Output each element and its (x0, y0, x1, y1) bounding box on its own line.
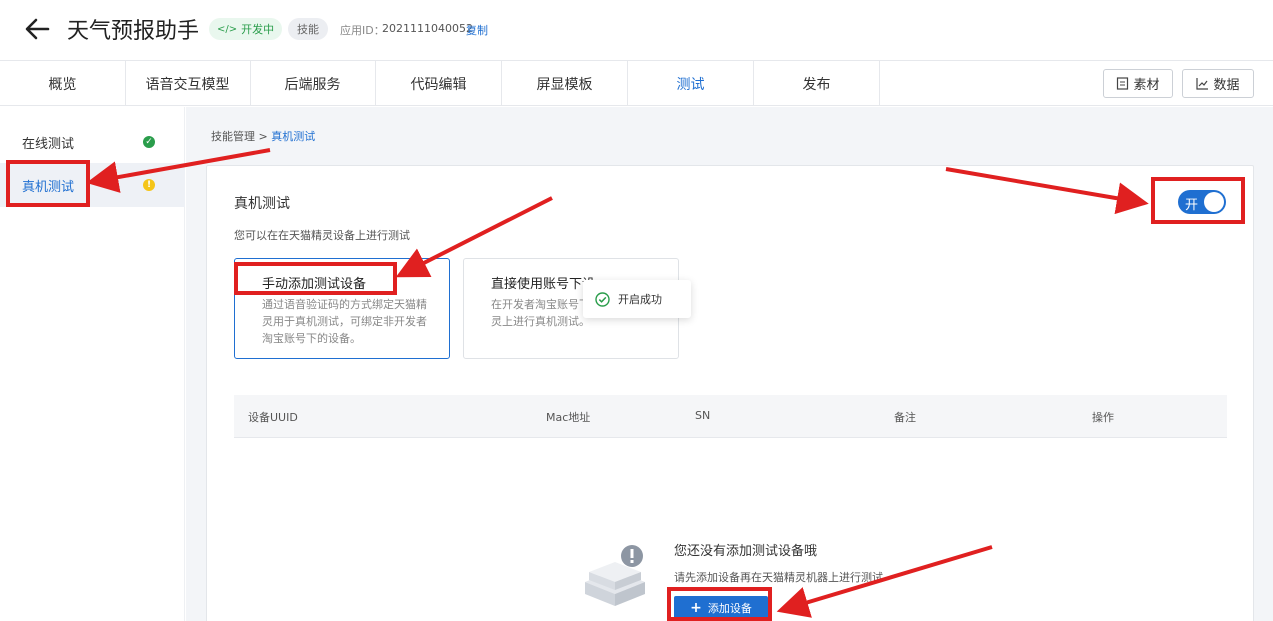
main-tabs: 概览 语音交互模型 后端服务 代码编辑 屏显模板 测试 发布 素材 数据 (0, 60, 1273, 106)
sidebar: 在线测试 ✓ 真机测试 ! (0, 107, 185, 621)
warning-icon: ! (143, 179, 155, 191)
app-id-label: 应用ID： (340, 24, 385, 37)
card-title: 真机测试 (234, 196, 290, 212)
tab-screen-template[interactable]: 屏显模板 (502, 61, 628, 106)
tab-test[interactable]: 测试 (628, 61, 754, 106)
code-icon: </> (217, 23, 238, 35)
dev-status-label: 开发中 (241, 23, 275, 36)
empty-state-description: 请先添加设备再在天猫精灵机器上进行测试 (674, 571, 883, 584)
sidebar-item-online-test[interactable]: 在线测试 ✓ (0, 120, 185, 164)
chart-icon (1196, 78, 1209, 90)
option-manual-add-device[interactable]: 手动添加测试设备 通过语音验证码的方式绑定天猫精灵用于真机测试，可绑定非开发者淘… (234, 258, 450, 359)
empty-state-title: 您还没有添加测试设备哦 (674, 544, 818, 559)
breadcrumb-parent[interactable]: 技能管理 (211, 130, 255, 143)
device-table-header: 设备UUID Mac地址 SN 备注 操作 (234, 395, 1227, 438)
sidebar-item-device-test[interactable]: 真机测试 ! (0, 163, 185, 207)
materials-label: 素材 (1133, 78, 1160, 93)
tab-code-editor[interactable]: 代码编辑 (376, 61, 502, 106)
tab-voice-model[interactable]: 语音交互模型 (125, 61, 251, 106)
success-check-icon: ✓ (143, 136, 155, 148)
column-mac-address: Mac地址 (546, 411, 591, 424)
sidebar-item-label: 在线测试 (22, 136, 75, 152)
option-title: 直接使用账号下设 (491, 277, 596, 292)
column-remark: 备注 (894, 411, 916, 424)
tab-backend[interactable]: 后端服务 (250, 61, 376, 106)
option-description: 在开发者淘宝账号下灵上进行真机测试。 (491, 298, 590, 328)
app-header: 天气预报助手 </> 开发中 技能 应用ID： 2021111040052 复制 (0, 0, 1273, 60)
option-title: 手动添加测试设备 (262, 277, 367, 292)
copy-app-id-link[interactable]: 复制 (466, 22, 488, 38)
success-circle-icon (595, 291, 610, 307)
materials-button[interactable]: 素材 (1103, 69, 1173, 98)
back-arrow-icon[interactable] (22, 14, 52, 44)
device-test-toggle[interactable]: 开 (1178, 190, 1226, 214)
main-content: 技能管理 > 真机测试 真机测试 您可以在在天猫精灵设备上进行测试 开 手动添加… (186, 107, 1273, 621)
tab-publish[interactable]: 发布 (754, 61, 880, 106)
column-device-uuid: 设备UUID (248, 411, 298, 424)
sidebar-item-label: 真机测试 (22, 179, 75, 195)
app-title: 天气预报助手 (67, 19, 200, 44)
app-id-value: 2021111040052 (382, 22, 473, 35)
skill-badge: 技能 (288, 18, 328, 40)
breadcrumb-separator: > (258, 130, 268, 143)
add-device-button[interactable]: + 添加设备 (674, 596, 768, 620)
data-label: 数据 (1213, 78, 1240, 93)
breadcrumb: 技能管理 > 真机测试 (211, 128, 315, 144)
empty-device-illustration-icon (585, 545, 645, 606)
column-sn: SN (695, 409, 711, 422)
dev-status-badge: </> 开发中 (209, 18, 283, 40)
success-toast: 开启成功 (583, 280, 691, 318)
option-description: 通过语音验证码的方式绑定天猫精灵用于真机测试，可绑定非开发者淘宝账号下的设备。 (262, 298, 427, 345)
plus-icon: + (690, 600, 702, 616)
toggle-knob (1204, 192, 1224, 212)
card-description: 您可以在在天猫精灵设备上进行测试 (234, 229, 410, 242)
toast-text: 开启成功 (618, 293, 662, 306)
toggle-label: 开 (1185, 198, 1199, 213)
add-device-label: 添加设备 (707, 602, 752, 615)
column-actions: 操作 (1092, 411, 1114, 424)
data-button[interactable]: 数据 (1182, 69, 1254, 98)
breadcrumb-current: 真机测试 (271, 130, 316, 143)
document-icon (1117, 77, 1129, 90)
device-test-card: 真机测试 您可以在在天猫精灵设备上进行测试 开 手动添加测试设备 通过语音验证码… (206, 165, 1254, 621)
tab-overview[interactable]: 概览 (0, 61, 126, 106)
